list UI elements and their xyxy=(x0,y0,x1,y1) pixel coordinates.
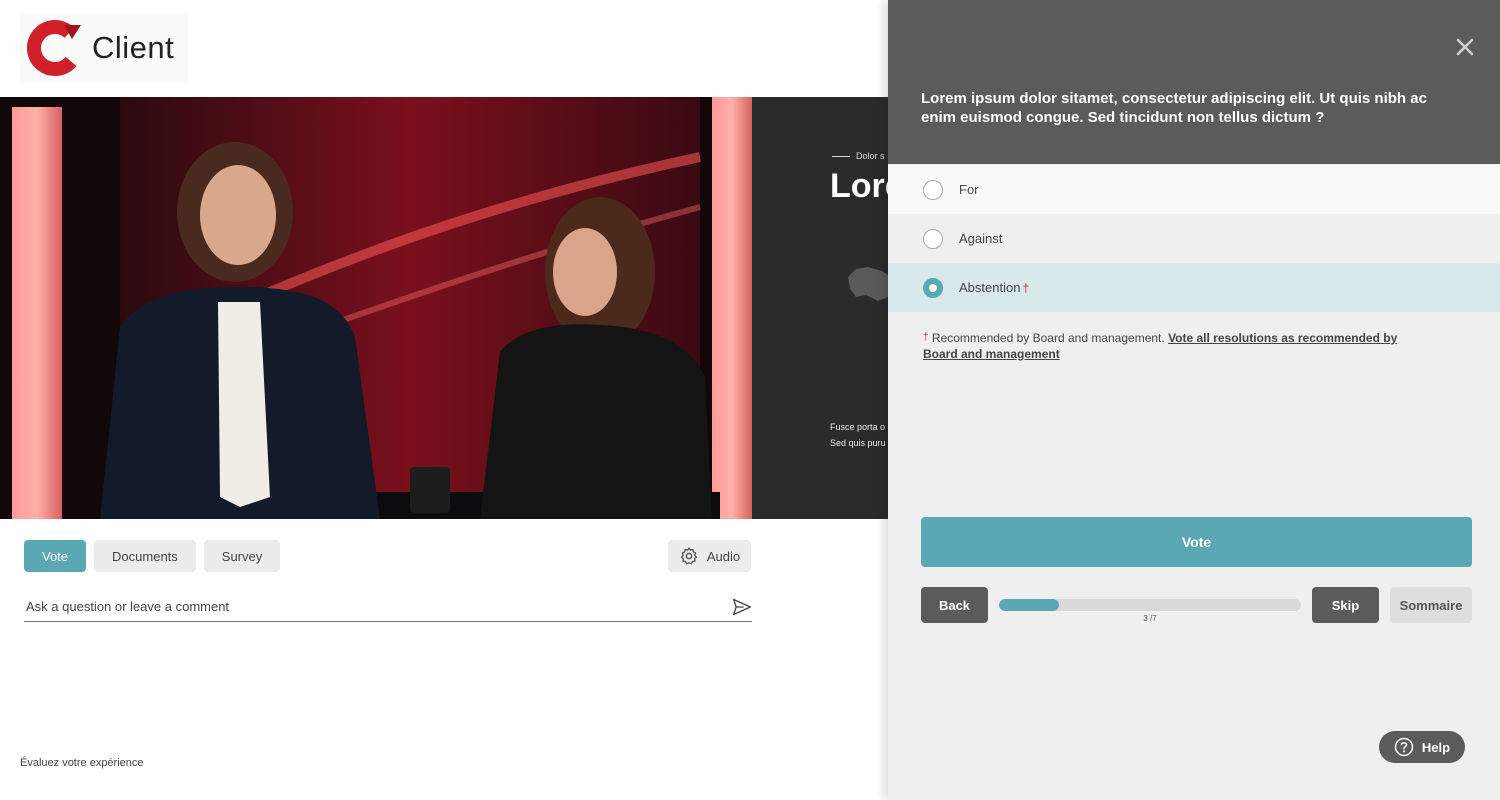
slide-body-line-2: Sed quis puru xyxy=(830,438,886,448)
brand-name: Client xyxy=(92,30,175,65)
studio-scene-image xyxy=(0,97,752,519)
option-abstention-label: Abstention xyxy=(959,280,1021,295)
panel-header: Lorem ipsum dolor sitamet, consectetur a… xyxy=(888,0,1500,164)
slide-body: Fusce porta o Sed quis puru xyxy=(830,419,886,451)
send-icon[interactable] xyxy=(732,597,752,617)
skip-button[interactable]: Skip xyxy=(1312,587,1379,623)
progress-fill xyxy=(999,599,1060,611)
tab-survey[interactable]: Survey xyxy=(203,540,281,572)
option-against-label: Against xyxy=(959,231,1003,246)
gear-icon xyxy=(680,547,698,565)
content-tabs: Vote Documents Survey xyxy=(24,540,281,572)
rate-experience-link[interactable]: Évaluez votre expérience xyxy=(20,757,144,769)
close-icon[interactable] xyxy=(1454,36,1476,58)
vote-button[interactable]: Vote xyxy=(921,517,1472,567)
help-label: Help xyxy=(1421,739,1451,755)
client-logo[interactable]: Client xyxy=(20,14,188,82)
radio-against[interactable] xyxy=(923,228,943,249)
help-icon xyxy=(1394,737,1414,757)
studio-video[interactable] xyxy=(0,97,752,519)
c-logo-icon xyxy=(27,20,83,76)
tab-documents[interactable]: Documents xyxy=(94,540,196,572)
audio-label: Audio xyxy=(706,548,741,564)
option-for-label: For xyxy=(959,182,979,197)
comment-input[interactable] xyxy=(24,599,704,614)
audio-button[interactable]: Audio xyxy=(668,540,751,572)
presentation-slide: Dolor s Lore Fusce porta o Sed quis puru xyxy=(752,97,888,519)
option-abstention[interactable]: Abstention † xyxy=(888,263,1500,312)
recommended-marker: † xyxy=(1022,280,1030,295)
comment-bar xyxy=(24,592,752,622)
recommendation-note: † Recommended by Board and management. V… xyxy=(923,330,1403,362)
world-map-image xyxy=(848,267,888,301)
slide-title: Lore xyxy=(830,167,888,205)
help-button[interactable]: Help xyxy=(1379,731,1465,763)
back-button[interactable]: Back xyxy=(921,587,988,623)
tab-vote[interactable]: Vote xyxy=(24,540,87,572)
vote-panel: Lorem ipsum dolor sitamet, consectetur a… xyxy=(888,0,1500,800)
option-against[interactable]: Against xyxy=(888,214,1500,263)
radio-for[interactable] xyxy=(923,179,943,200)
page: Client Dolor s Lor Fusce porta o Sed qui… xyxy=(0,0,1500,800)
recommendation-marker: † xyxy=(923,332,929,343)
option-for[interactable]: For xyxy=(888,165,1500,214)
slide-body-line-1: Fusce porta o xyxy=(830,422,886,432)
resolution-question: Lorem ipsum dolor sitamet, consectetur a… xyxy=(921,90,1427,126)
progress-bar xyxy=(999,599,1301,611)
recommendation-text: Recommended by Board and management. xyxy=(931,331,1165,345)
slide-kicker: Dolor s xyxy=(832,151,885,161)
radio-abstention[interactable] xyxy=(923,277,943,298)
summary-button[interactable]: Sommaire xyxy=(1390,587,1472,623)
progress-label: 3 /7 xyxy=(1143,614,1157,623)
